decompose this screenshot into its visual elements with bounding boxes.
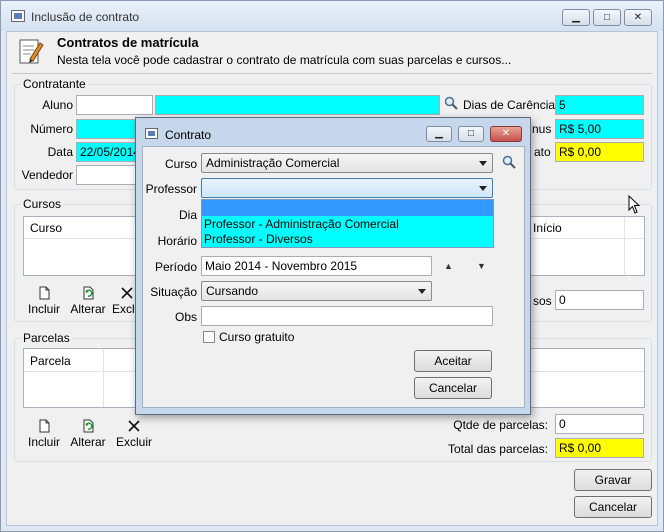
desconto-input[interactable]: R$ 0,00 <box>555 142 644 162</box>
page-subtitle: Nesta tela você pode cadastrar o contrat… <box>57 53 512 67</box>
numero-label: Número <box>30 122 73 136</box>
search-icon[interactable] <box>444 96 458 110</box>
professor-select[interactable] <box>201 178 493 198</box>
dialog-obs-label: Obs <box>174 310 197 324</box>
parcelas-incluir-button[interactable]: Incluir <box>23 419 65 449</box>
cursos-excluir-button[interactable]: Exclu <box>112 286 136 316</box>
dialog-cancelar-button[interactable]: Cancelar <box>414 377 492 399</box>
periodo-input[interactable]: Maio 2014 - Novembro 2015 <box>201 256 432 276</box>
cursos-col-inicio[interactable]: Início <box>533 221 562 235</box>
delete-x-icon <box>121 287 133 299</box>
gravar-button[interactable]: Gravar <box>574 469 652 491</box>
cursos-alterar-button[interactable]: Alterar <box>67 286 109 316</box>
obs-input[interactable] <box>201 306 493 326</box>
dialog-dia-label: Dia <box>178 208 197 222</box>
cancelar-button[interactable]: Cancelar <box>574 496 652 518</box>
situacao-select-value: Cursando <box>206 284 259 298</box>
close-button[interactable]: ✕ <box>624 9 652 26</box>
bonus-label: nus <box>532 122 552 136</box>
parcelas-legend: Parcelas <box>21 331 72 345</box>
chevron-down-icon <box>479 186 487 191</box>
data-input[interactable]: 22/05/2014 <box>76 142 138 162</box>
desconto-label: ato <box>534 145 551 159</box>
professor-option[interactable]: Professor - Administração Comercial <box>204 217 399 231</box>
cursos-alterar-label: Alterar <box>70 302 106 316</box>
new-document-icon <box>39 419 50 433</box>
header-divider <box>12 73 652 74</box>
aluno-code-input[interactable] <box>76 95 153 115</box>
curso-select[interactable]: Administração Comercial <box>201 153 493 173</box>
dialog-close-button[interactable]: ✕ <box>490 126 522 142</box>
vendedor-label: Vendedor <box>21 168 73 182</box>
dias-carencia-label: Dias de Carência <box>463 98 556 112</box>
numero-input[interactable] <box>76 119 138 139</box>
edit-refresh-icon <box>83 286 94 300</box>
cursos-col-curso[interactable]: Curso <box>30 221 62 235</box>
dialog-minimize-button[interactable]: ▁ <box>426 126 452 142</box>
cursos-incluir-button[interactable]: Incluir <box>23 286 65 316</box>
data-label: Data <box>47 145 73 159</box>
search-icon[interactable] <box>502 155 516 169</box>
app-icon <box>11 10 25 22</box>
parcelas-total-input[interactable]: R$ 0,00 <box>555 438 644 458</box>
dialog-situacao-label: Situação <box>150 285 197 299</box>
parcelas-qtde-label: Qtde de parcelas: <box>453 418 548 432</box>
vendedor-input[interactable] <box>76 165 138 185</box>
cursos-grid-column-divider <box>624 217 625 275</box>
minimize-button[interactable]: ▁ <box>562 9 590 26</box>
aluno-label: Aluno <box>42 98 73 112</box>
parcelas-total-label: Total das parcelas: <box>447 442 548 456</box>
aluno-name-input[interactable] <box>155 95 440 115</box>
contratante-legend: Contratante <box>21 77 88 91</box>
cursos-incluir-label: Incluir <box>27 302 60 316</box>
parcelas-alterar-label: Alterar <box>70 435 106 449</box>
curso-select-value: Administração Comercial <box>206 156 340 170</box>
scroll-up-icon[interactable]: ▲ <box>444 261 453 271</box>
dropdown-highlight-empty[interactable] <box>202 200 493 216</box>
delete-x-icon <box>128 420 140 432</box>
parcelas-alterar-button[interactable]: Alterar <box>67 419 109 449</box>
curso-gratuito-checkbox[interactable] <box>203 331 215 343</box>
cursos-qtde-label: sos <box>533 294 552 308</box>
parcelas-incluir-label: Incluir <box>27 435 60 449</box>
dialog-professor-label: Professor <box>145 182 197 196</box>
parcelas-grid-column-divider <box>103 349 104 407</box>
dialog-app-icon <box>145 128 158 139</box>
contract-edit-icon <box>19 39 44 64</box>
dias-carencia-input[interactable]: 5 <box>555 95 644 115</box>
dialog-horario-label: Horário <box>157 234 197 248</box>
page-title: Contratos de matrícula <box>57 35 199 50</box>
dialog-title: Contrato <box>165 128 212 142</box>
maximize-button[interactable]: □ <box>593 9 621 26</box>
cursos-excluir-label: Exclu <box>112 302 136 316</box>
situacao-select[interactable]: Cursando <box>201 281 432 301</box>
window-title: Inclusão de contrato <box>31 10 140 24</box>
mouse-cursor-icon <box>628 195 641 214</box>
bonus-input[interactable]: R$ 5,00 <box>555 119 644 139</box>
dialog-periodo-label: Período <box>154 260 197 274</box>
dialog-curso-label: Curso <box>164 157 197 171</box>
dialog-maximize-button[interactable]: □ <box>458 126 484 142</box>
parcelas-excluir-button[interactable]: Excluir <box>113 419 155 449</box>
parcelas-col-parcela[interactable]: Parcela <box>30 354 71 368</box>
cursos-qtde-input[interactable]: 0 <box>555 290 644 310</box>
chevron-down-icon <box>418 289 426 294</box>
aceitar-button[interactable]: Aceitar <box>414 350 492 372</box>
edit-refresh-icon <box>83 419 94 433</box>
curso-gratuito-label: Curso gratuito <box>219 330 295 344</box>
scroll-down-icon[interactable]: ▼ <box>477 261 486 271</box>
professor-option[interactable]: Professor - Diversos <box>204 232 313 246</box>
parcelas-excluir-label: Excluir <box>115 435 152 449</box>
cursos-legend: Cursos <box>21 197 64 211</box>
professor-dropdown-list[interactable]: Professor - Administração Comercial Prof… <box>201 199 494 248</box>
new-document-icon <box>39 286 50 300</box>
parcelas-qtde-input[interactable]: 0 <box>555 414 644 434</box>
chevron-down-icon <box>479 161 487 166</box>
